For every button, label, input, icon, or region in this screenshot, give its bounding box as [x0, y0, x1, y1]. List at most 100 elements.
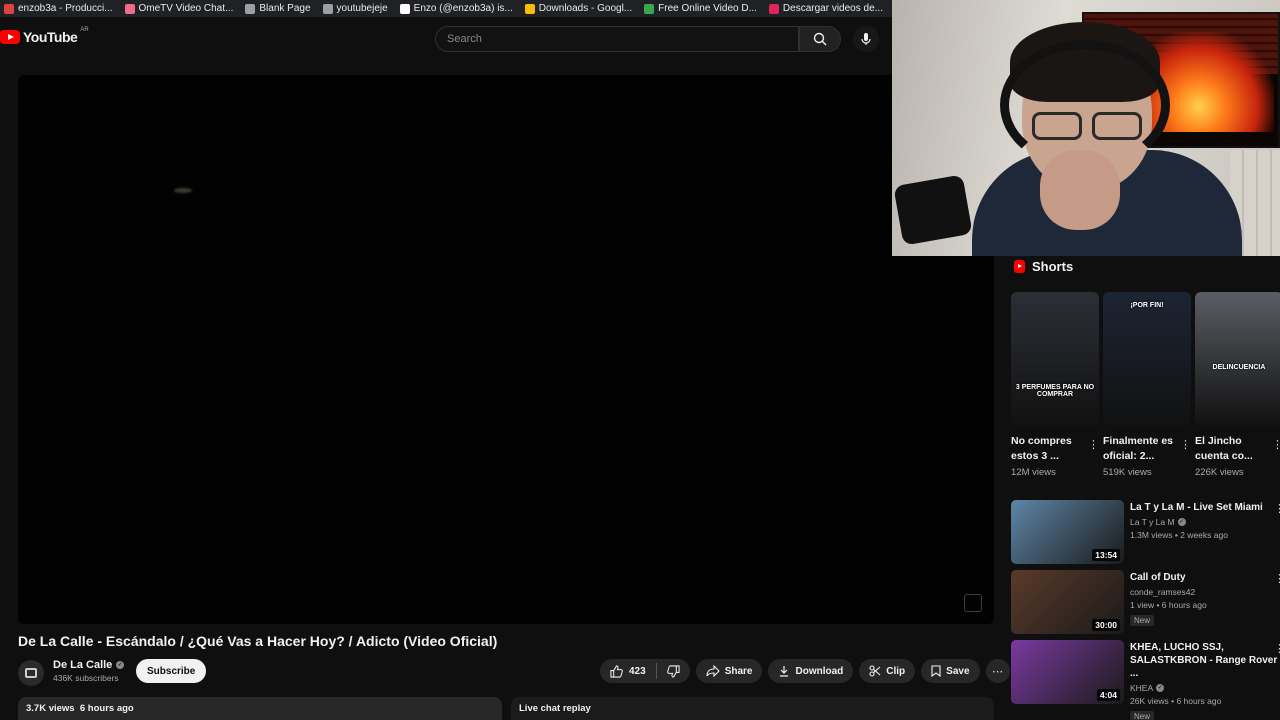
short-thumbnail[interactable]: 3 PERFUMES PARA NO COMPRAR	[1011, 292, 1099, 426]
logo-text: YouTube	[23, 29, 78, 45]
channel-name[interactable]: conde_ramses42	[1130, 587, 1195, 597]
new-badge: New	[1130, 615, 1155, 626]
bookmark-favicon-icon	[524, 3, 535, 14]
clip-button[interactable]: Clip	[859, 659, 916, 683]
like-dislike-group: 423	[600, 659, 690, 683]
short-overlay-text: 3 PERFUMES PARA NO COMPRAR	[1015, 384, 1095, 398]
like-button[interactable]: 423	[600, 659, 656, 683]
short-title[interactable]: No compres estos 3 ...	[1011, 434, 1083, 465]
verified-icon: ✓	[116, 661, 125, 669]
more-vertical-icon[interactable]: ⋮	[1180, 438, 1191, 451]
short-title[interactable]: Finalmente es oficial: 2...	[1103, 434, 1175, 465]
bookmark-favicon-icon	[644, 3, 655, 14]
more-vertical-icon[interactable]: ⋮	[1274, 502, 1280, 515]
video-title[interactable]: La T y La M - Live Set Miami	[1130, 501, 1278, 514]
bookmark-item[interactable]: Enzo (@enzob3a) is...	[396, 3, 521, 14]
video-duration: 13:54	[1092, 549, 1120, 561]
short-views: 226K views	[1195, 467, 1244, 478]
bookmark-item[interactable]: enzob3a - Producci...	[0, 3, 121, 14]
channel-name[interactable]: La T y La M	[1130, 517, 1175, 527]
bookmark-favicon-icon	[245, 3, 256, 14]
youtube-header: YouTube AR Search	[0, 17, 895, 61]
bookmark-item[interactable]: Blank Page	[241, 3, 318, 14]
channel-avatar[interactable]	[18, 660, 44, 686]
video-thumbnail[interactable]: 4:04	[1011, 640, 1124, 704]
video-title: De La Calle - Escándalo / ¿Qué Vas a Hac…	[18, 633, 498, 649]
streamer-glasses	[1032, 112, 1142, 140]
short-card[interactable]: DELINCUENCIA El Jincho cuenta co... 226K v…	[1195, 292, 1280, 478]
short-thumbnail[interactable]: DELINCUENCIA	[1195, 292, 1280, 426]
short-views: 12M views	[1011, 467, 1056, 478]
more-horizontal-icon: ⋯	[992, 665, 1004, 678]
subscribe-button[interactable]: Subscribe	[136, 659, 207, 683]
channel-info[interactable]: De La Calle ✓ 436K subscribers	[53, 659, 125, 683]
webcam-overlay	[892, 0, 1280, 256]
bookmark-item[interactable]: Descargar videos de...	[765, 3, 891, 14]
new-badge: New	[1130, 711, 1155, 720]
bookmark-label: OmeTV Video Chat...	[138, 3, 234, 14]
channel-name[interactable]: KHEA	[1130, 683, 1153, 693]
bookmark-item[interactable]: Free Online Video D...	[640, 3, 765, 14]
recommended-video[interactable]: 30:00 Call of Duty conde_ramses42 1 view • …	[1011, 570, 1280, 634]
country-code: AR	[80, 27, 89, 33]
video-actions: 423 Share Download Clip Save ⋯	[600, 659, 1010, 683]
search-input[interactable]: Search	[435, 26, 799, 52]
short-thumbnail[interactable]: ¡POR FIN!	[1103, 292, 1191, 426]
bookmark-favicon-icon	[399, 3, 410, 14]
video-title[interactable]: Call of Duty	[1130, 571, 1278, 584]
download-icon	[780, 666, 789, 677]
bookmark-label: Blank Page	[259, 3, 311, 14]
more-vertical-icon[interactable]: ⋮	[1274, 642, 1280, 655]
short-title[interactable]: El Jincho cuenta co...	[1195, 434, 1267, 465]
search-icon	[813, 32, 827, 46]
save-button[interactable]: Save	[921, 659, 980, 683]
bookmark-icon	[931, 665, 941, 677]
bookmark-label: Enzo (@enzob3a) is...	[413, 3, 513, 14]
bookmark-favicon-icon	[322, 3, 333, 14]
more-vertical-icon[interactable]: ⋮	[1272, 438, 1280, 451]
voice-search-button[interactable]	[853, 26, 879, 52]
video-meta: 1.3M views • 2 weeks ago	[1130, 530, 1228, 540]
verified-icon: ✓	[1156, 684, 1165, 692]
bookmark-favicon-icon	[768, 3, 779, 14]
video-stats: 3.7K views 6 hours ago	[26, 703, 134, 714]
channel-watermark-icon[interactable]	[964, 594, 982, 612]
dislike-button[interactable]	[657, 659, 690, 683]
share-button[interactable]: Share	[695, 659, 763, 683]
bookmark-item[interactable]: youtubejeje	[319, 3, 396, 14]
description-box[interactable]: 3.7K views 6 hours ago	[18, 697, 502, 720]
bookmark-favicon-icon	[4, 3, 14, 14]
shorts-heading: Shorts	[1014, 259, 1073, 274]
bookmark-favicon-icon	[124, 3, 135, 14]
more-actions-button[interactable]: ⋯	[985, 659, 1010, 683]
video-meta: 26K views • 6 hours ago	[1130, 696, 1222, 706]
shorts-heading-label: Shorts	[1032, 259, 1074, 274]
channel-name[interactable]: De La Calle	[53, 659, 112, 671]
bookmark-label: enzob3a - Producci...	[18, 3, 113, 14]
video-title[interactable]: KHEA, LUCHO SSJ, SALASTKBRON - Range Rov…	[1130, 641, 1278, 680]
short-views: 519K views	[1103, 467, 1152, 478]
download-button[interactable]: Download	[768, 659, 854, 683]
recommended-video[interactable]: 13:54 La T y La M - Live Set Miami La T y …	[1011, 500, 1280, 564]
video-thumbnail[interactable]: 13:54	[1011, 500, 1124, 564]
video-meta: 1 view • 6 hours ago	[1130, 600, 1207, 610]
video-thumbnail[interactable]: 30:00	[1011, 570, 1124, 634]
verified-icon: ✓	[1177, 518, 1186, 526]
video-player[interactable]	[18, 75, 994, 624]
bookmark-item[interactable]: Downloads - Googl...	[521, 3, 640, 14]
streamer-hand	[1040, 150, 1120, 230]
microphone-icon	[861, 33, 871, 45]
recommended-video[interactable]: 4:04 KHEA, LUCHO SSJ, SALASTKBRON - Range…	[1011, 640, 1280, 720]
more-vertical-icon[interactable]: ⋮	[1274, 572, 1280, 585]
short-card[interactable]: ¡POR FIN! Finalmente es oficial: 2... 519K…	[1103, 292, 1191, 478]
live-chat-label: Live chat replay	[519, 703, 591, 714]
share-icon	[706, 665, 720, 677]
subscriber-count: 436K subscribers	[53, 673, 119, 683]
youtube-logo[interactable]: YouTube AR	[0, 27, 89, 45]
live-chat-replay[interactable]: Live chat replay	[511, 697, 994, 720]
short-card[interactable]: 3 PERFUMES PARA NO COMPRAR No compres est…	[1011, 292, 1099, 478]
search-button[interactable]	[799, 26, 841, 52]
shorts-icon	[1014, 260, 1025, 273]
more-vertical-icon[interactable]: ⋮	[1088, 438, 1099, 451]
bookmark-item[interactable]: OmeTV Video Chat...	[121, 3, 242, 14]
